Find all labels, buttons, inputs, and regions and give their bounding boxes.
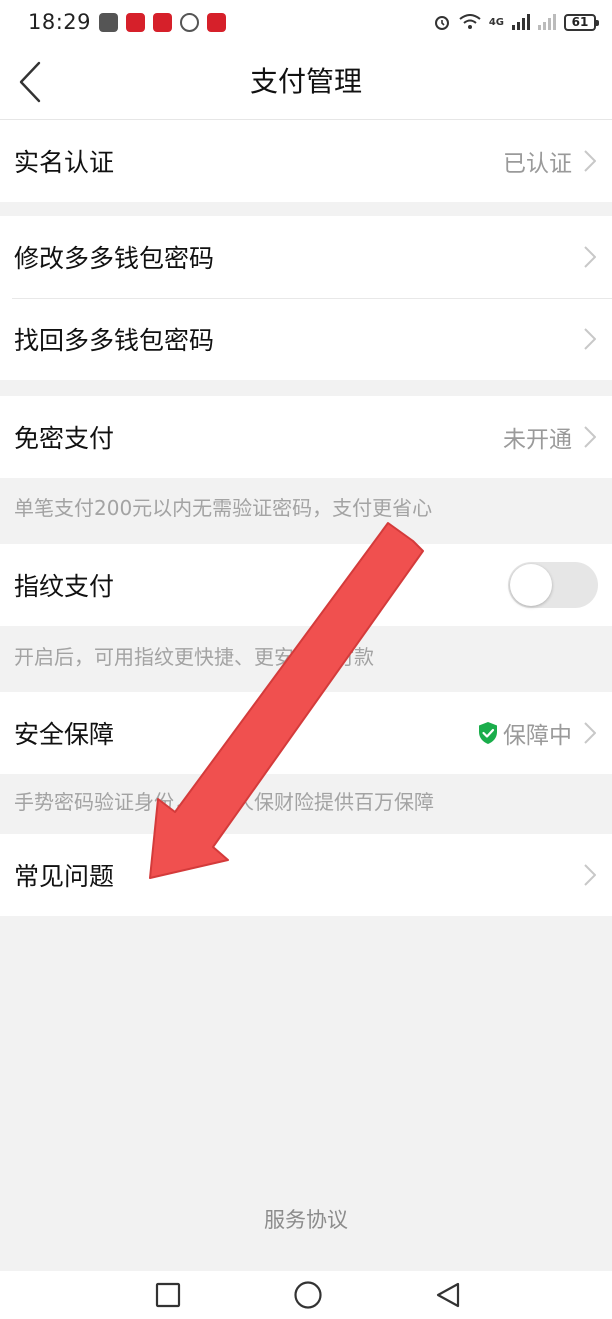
notification-app-icon [99,12,119,32]
real-name-status: 已认证 [503,151,572,177]
password-group: 修改多多钱包密码 找回多多钱包密码 [0,216,612,380]
home-square-icon[interactable] [155,1282,181,1308]
security-label: 安全保障 [14,720,115,749]
fingerprint-row: 指纹支付 [0,544,612,626]
notification-app-icon [153,12,173,32]
back-triangle-icon[interactable] [434,1281,462,1309]
wifi-icon [459,14,481,29]
fingerprint-hint: 开启后，可用指纹更快捷、更安全地付款 [14,645,374,669]
battery-indicator: 61 [564,13,599,31]
security-row[interactable]: 安全保障 保障中 [0,692,612,774]
chevron-right-icon [582,862,598,888]
signal-icon [512,14,530,30]
security-hint: 手势密码验证身份，联合人保财险提供百万保障 [14,790,434,814]
faq-group: 常见问题 [0,834,612,916]
security-status: 保障中 [503,723,572,749]
recover-password-row[interactable]: 找回多多钱包密码 [0,298,612,380]
toggle-knob [510,564,552,606]
signal-icon [538,14,556,30]
password-free-row[interactable]: 免密支付 未开通 [0,396,612,478]
real-name-group: 实名认证 已认证 [0,120,612,202]
password-free-status: 未开通 [503,427,572,453]
home-circle-icon[interactable] [293,1280,323,1310]
chevron-right-icon [582,148,598,174]
status-time: 18:29 [28,10,92,34]
system-nav-bar [0,1271,612,1319]
fingerprint-group: 指纹支付 [0,544,612,626]
chevron-right-icon [582,424,598,450]
notification-app-icon [180,12,200,32]
faq-row[interactable]: 常见问题 [0,834,612,916]
notification-app-icon [207,12,227,32]
recover-password-label: 找回多多钱包密码 [14,326,215,355]
chevron-right-icon [582,244,598,270]
security-group: 安全保障 保障中 [0,692,612,774]
change-password-row[interactable]: 修改多多钱包密码 [0,216,612,298]
shield-check-icon [479,722,497,744]
service-agreement-link[interactable]: 服务协议 [0,1204,612,1234]
status-bar: 18:29 4G 61 [0,0,612,44]
password-free-group: 免密支付 未开通 [0,396,612,478]
password-free-label: 免密支付 [14,424,115,453]
chevron-right-icon [582,326,598,352]
page-title: 支付管理 [249,65,362,98]
real-name-row[interactable]: 实名认证 已认证 [0,120,612,202]
fingerprint-label: 指纹支付 [14,572,115,601]
network-type: 4G [488,16,504,28]
password-free-hint: 单笔支付200元以内无需验证密码，支付更省心 [14,496,433,520]
change-password-label: 修改多多钱包密码 [14,244,215,273]
nav-bar: 支付管理 [0,44,612,120]
chevron-right-icon [582,720,598,746]
faq-label: 常见问题 [14,862,115,891]
real-name-label: 实名认证 [14,148,115,177]
notification-app-icon [126,12,146,32]
alarm-icon [434,16,449,30]
fingerprint-toggle[interactable] [508,562,598,608]
